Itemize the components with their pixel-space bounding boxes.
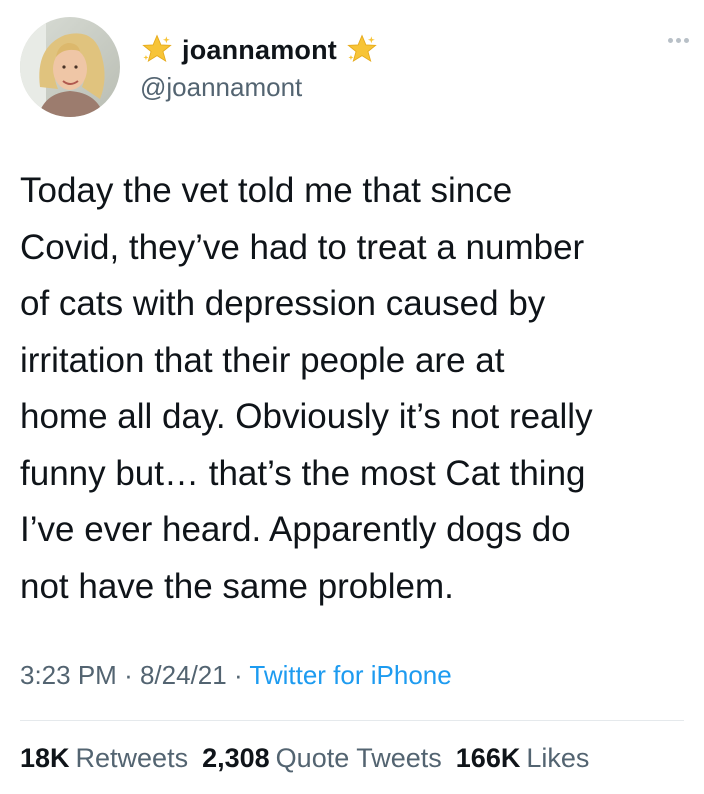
display-name[interactable]: joannamont	[182, 35, 337, 66]
more-options-icon	[675, 37, 681, 43]
user-handle[interactable]: @joannamont	[140, 72, 302, 103]
tweet-meta: 3:23 PM · 8/24/21 · Twitter for iPhone	[20, 660, 452, 691]
more-options-icon	[667, 37, 673, 43]
divider	[20, 720, 684, 721]
meta-separator: ·	[233, 660, 243, 690]
more-options-icon	[683, 37, 689, 43]
quote-tweets-stat[interactable]: 2,308 Quote Tweets	[202, 743, 442, 774]
user-name-row: joannamont	[140, 33, 379, 67]
tweet-date[interactable]: 8/24/21	[140, 660, 227, 690]
quote-tweets-count: 2,308	[202, 743, 270, 773]
retweets-stat[interactable]: 18K Retweets	[20, 743, 188, 774]
sparkle-star-icon	[142, 34, 172, 62]
avatar[interactable]	[20, 17, 120, 117]
tweet-stats: 18K Retweets 2,308 Quote Tweets 166K Likes	[20, 743, 589, 774]
retweets-count: 18K	[20, 743, 70, 773]
retweets-label: Retweets	[75, 743, 189, 773]
sparkle-star-icon	[347, 34, 377, 62]
tweet-text: Today the vet told me that since Covid, …	[20, 171, 593, 606]
more-options-button[interactable]	[660, 28, 696, 52]
tweet-time[interactable]: 3:23 PM	[20, 660, 117, 690]
quote-tweets-label: Quote Tweets	[275, 743, 442, 773]
tweet-source-link[interactable]: Twitter for iPhone	[249, 660, 451, 690]
likes-stat[interactable]: 166K Likes	[456, 743, 590, 774]
likes-count: 166K	[455, 743, 521, 773]
meta-separator: ·	[124, 660, 133, 690]
likes-label: Likes	[526, 743, 590, 773]
